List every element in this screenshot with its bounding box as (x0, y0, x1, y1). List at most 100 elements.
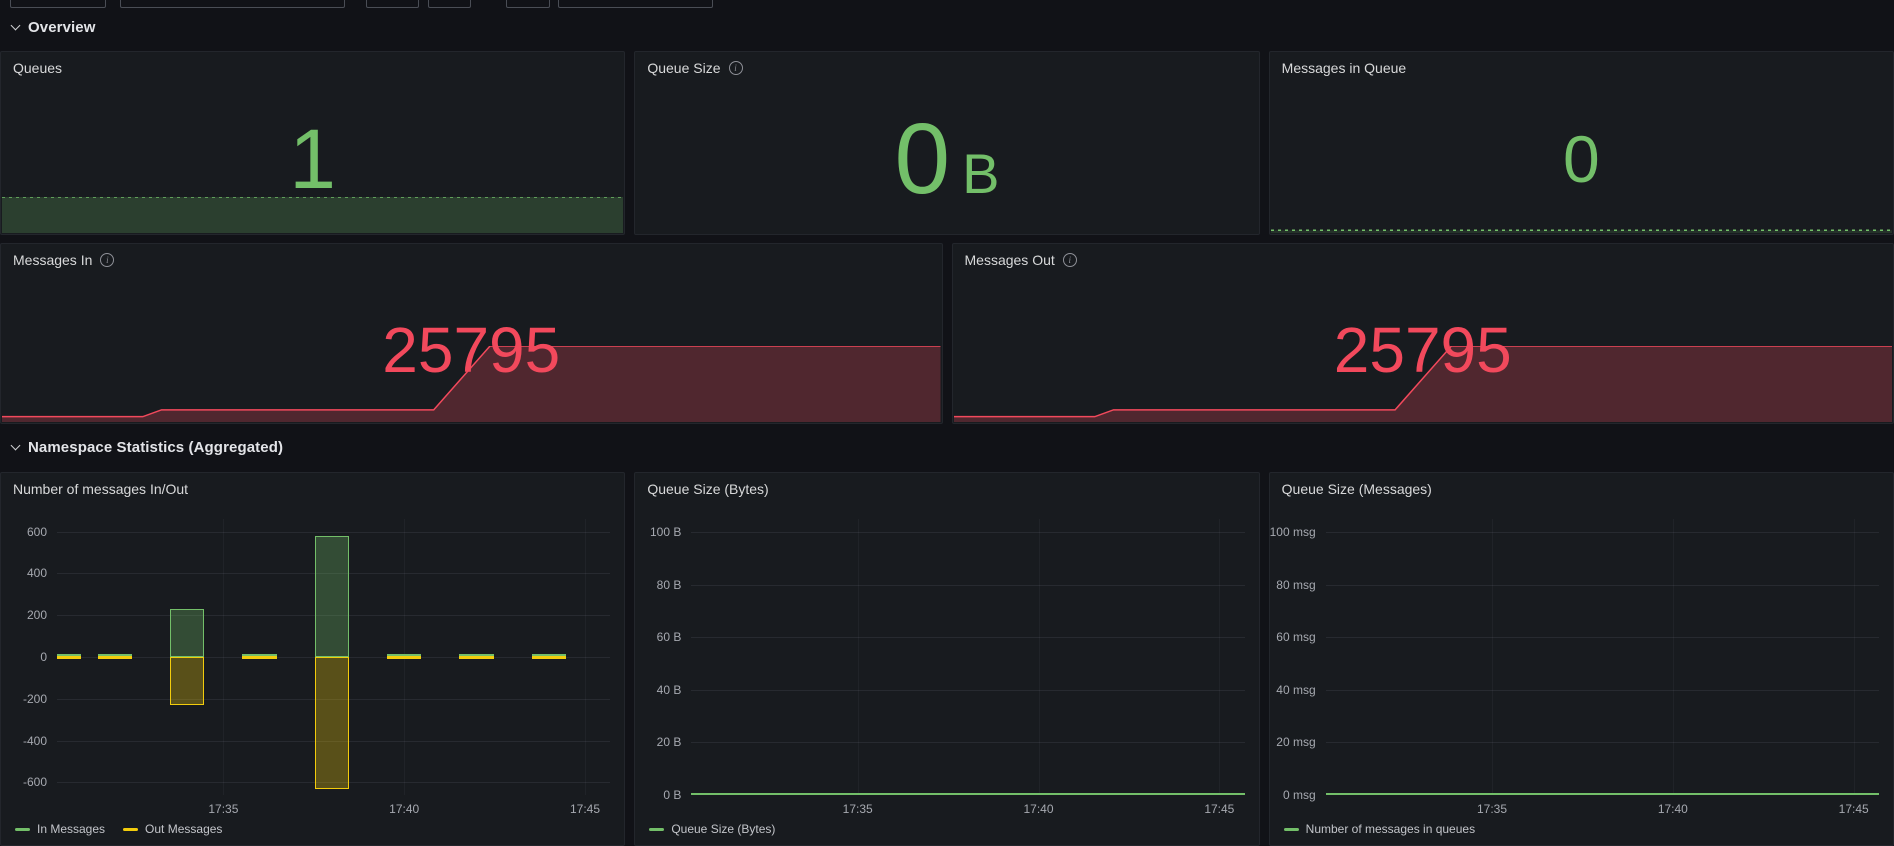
info-icon[interactable]: i (728, 61, 743, 75)
section-row-namespace-statistics[interactable]: Namespace Statistics (Aggregated) (0, 430, 1894, 464)
legend-item[interactable]: Queue Size (Bytes) (649, 822, 775, 836)
panel-title[interactable]: Queues (13, 60, 62, 76)
panel-title[interactable]: Queue Size (Bytes) (647, 481, 768, 497)
y-tick-label: 0 B (663, 788, 682, 802)
x-tick-label: 17:40 (1657, 802, 1688, 816)
bar-out-messages (57, 656, 82, 659)
y-tick-label: 20 B (656, 735, 682, 750)
y-tick-label: 80 B (656, 577, 682, 592)
gridline-h (57, 531, 611, 533)
legend-label: Queue Size (Bytes) (671, 822, 776, 836)
stat-value: 25795 (1333, 313, 1512, 386)
y-tick-label: 100 msg (1269, 525, 1316, 540)
stat-body: 1 (1, 84, 624, 234)
info-icon[interactable]: i (1062, 253, 1077, 267)
gridline-v (1853, 519, 1855, 795)
panel-title[interactable]: Number of messages In/Out (13, 481, 188, 497)
panel-header: Messages Out i (953, 244, 1894, 276)
legend-swatch (15, 827, 30, 831)
gridline-h (691, 637, 1245, 639)
panel-header: Number of messages In/Out (1, 473, 624, 505)
x-axis: 17:35 17:40 17:45 (1326, 795, 1879, 817)
plot-area (691, 519, 1245, 795)
legend-swatch (649, 827, 665, 831)
panel-queues: Queues 1 (0, 51, 626, 235)
y-tick-label: 600 (26, 524, 47, 539)
panel-title[interactable]: Queue Size (647, 60, 720, 76)
legend-item[interactable]: Number of messages in queues (1283, 822, 1475, 836)
y-tick-label: 60 msg (1276, 630, 1316, 645)
panel-messages-in: Messages In i 25795 (0, 243, 943, 424)
x-tick-label: 17:40 (389, 802, 420, 816)
legend-item[interactable]: In Messages (15, 822, 105, 836)
toolbar-control[interactable] (558, 0, 713, 8)
y-tick-label: 20 msg (1276, 735, 1316, 750)
bar-out-messages (170, 657, 205, 706)
toolbar-control[interactable] (10, 0, 106, 8)
legend-item[interactable]: Out Messages (123, 822, 222, 836)
y-tick-label: 0 msg (1282, 788, 1316, 802)
bar-in-messages (314, 535, 350, 657)
legend: In Messages Out Messages (1, 817, 610, 841)
top-toolbar (0, 0, 1894, 10)
stat-body: 25795 (1, 276, 942, 423)
x-tick-label: 17:40 (1023, 802, 1054, 816)
panel-title[interactable]: Queue Size (Messages) (1282, 481, 1432, 497)
x-axis: 17:35 17:40 17:45 (691, 795, 1244, 817)
y-tick-label: -200 (22, 691, 47, 706)
panel-title[interactable]: Messages Out (965, 252, 1055, 268)
panel-header: Queue Size (Messages) (1270, 473, 1893, 505)
sparkline (1270, 228, 1892, 233)
y-tick-label: 80 msg (1276, 577, 1316, 592)
panel-messages-in-queue: Messages in Queue 0 (1268, 51, 1894, 235)
bar-out-messages (242, 656, 277, 659)
gridline-v (1038, 519, 1040, 795)
panel-title[interactable]: Messages In (13, 252, 92, 268)
gridline-h (691, 584, 1245, 586)
bar-out-messages (97, 656, 133, 659)
y-tick-label: -400 (22, 733, 47, 748)
panel-queue-size-bytes-chart: Queue Size (Bytes) 100 B 80 B 60 B 40 B 20 B… (634, 472, 1260, 846)
panel-header: Queue Size (Bytes) (635, 473, 1258, 505)
gridline-h (1325, 742, 1879, 744)
legend-label: In Messages (37, 822, 106, 836)
info-icon[interactable]: i (100, 253, 115, 267)
panel-header: Queue Size i (635, 52, 1258, 84)
y-tick-label: 100 B (649, 525, 682, 540)
x-tick-label: 17:45 (1204, 802, 1235, 816)
gridline-v (585, 519, 586, 795)
panel-title[interactable]: Messages in Queue (1282, 60, 1407, 76)
section-title: Overview (28, 18, 96, 36)
stat-body: 0 (1270, 84, 1893, 234)
y-tick-label: 60 B (656, 630, 682, 645)
gridline-h (691, 742, 1245, 744)
bar-in-messages (170, 608, 205, 657)
gridline-h (1325, 637, 1879, 639)
y-tick-label: 0 (40, 650, 47, 664)
gridline-v (857, 519, 859, 795)
section-title: Namespace Statistics (Aggregated) (28, 438, 284, 456)
stat-value: 0 (1562, 122, 1600, 196)
stat-unit: B (962, 142, 1000, 205)
panel-header: Messages in Queue (1270, 52, 1893, 84)
plot-area (1325, 519, 1879, 795)
y-axis: 600 400 200 0 -200 -400 -600 (1, 519, 57, 795)
y-tick-label: 40 B (656, 682, 682, 697)
legend: Number of messages in queues (1270, 817, 1879, 841)
gridline-h (691, 532, 1245, 534)
legend-swatch (1283, 827, 1299, 831)
gridline-v (1672, 519, 1674, 795)
bar-out-messages (459, 656, 494, 659)
panel-queue-size-messages-chart: Queue Size (Messages) 100 msg 80 msg 60 ms… (1268, 472, 1894, 846)
section-row-overview[interactable]: Overview (0, 10, 1894, 44)
stat-value: 25795 (382, 313, 561, 386)
legend: Queue Size (Bytes) (635, 817, 1244, 841)
stat-body: 25795 (953, 276, 1894, 423)
stat-value: 1 (289, 112, 337, 206)
toolbar-control[interactable] (506, 0, 550, 8)
x-tick-label: 17:45 (1838, 802, 1869, 816)
toolbar-control[interactable] (120, 0, 345, 8)
toolbar-control[interactable] (428, 0, 471, 8)
y-tick-label: 400 (26, 566, 47, 581)
toolbar-control[interactable] (366, 0, 419, 8)
